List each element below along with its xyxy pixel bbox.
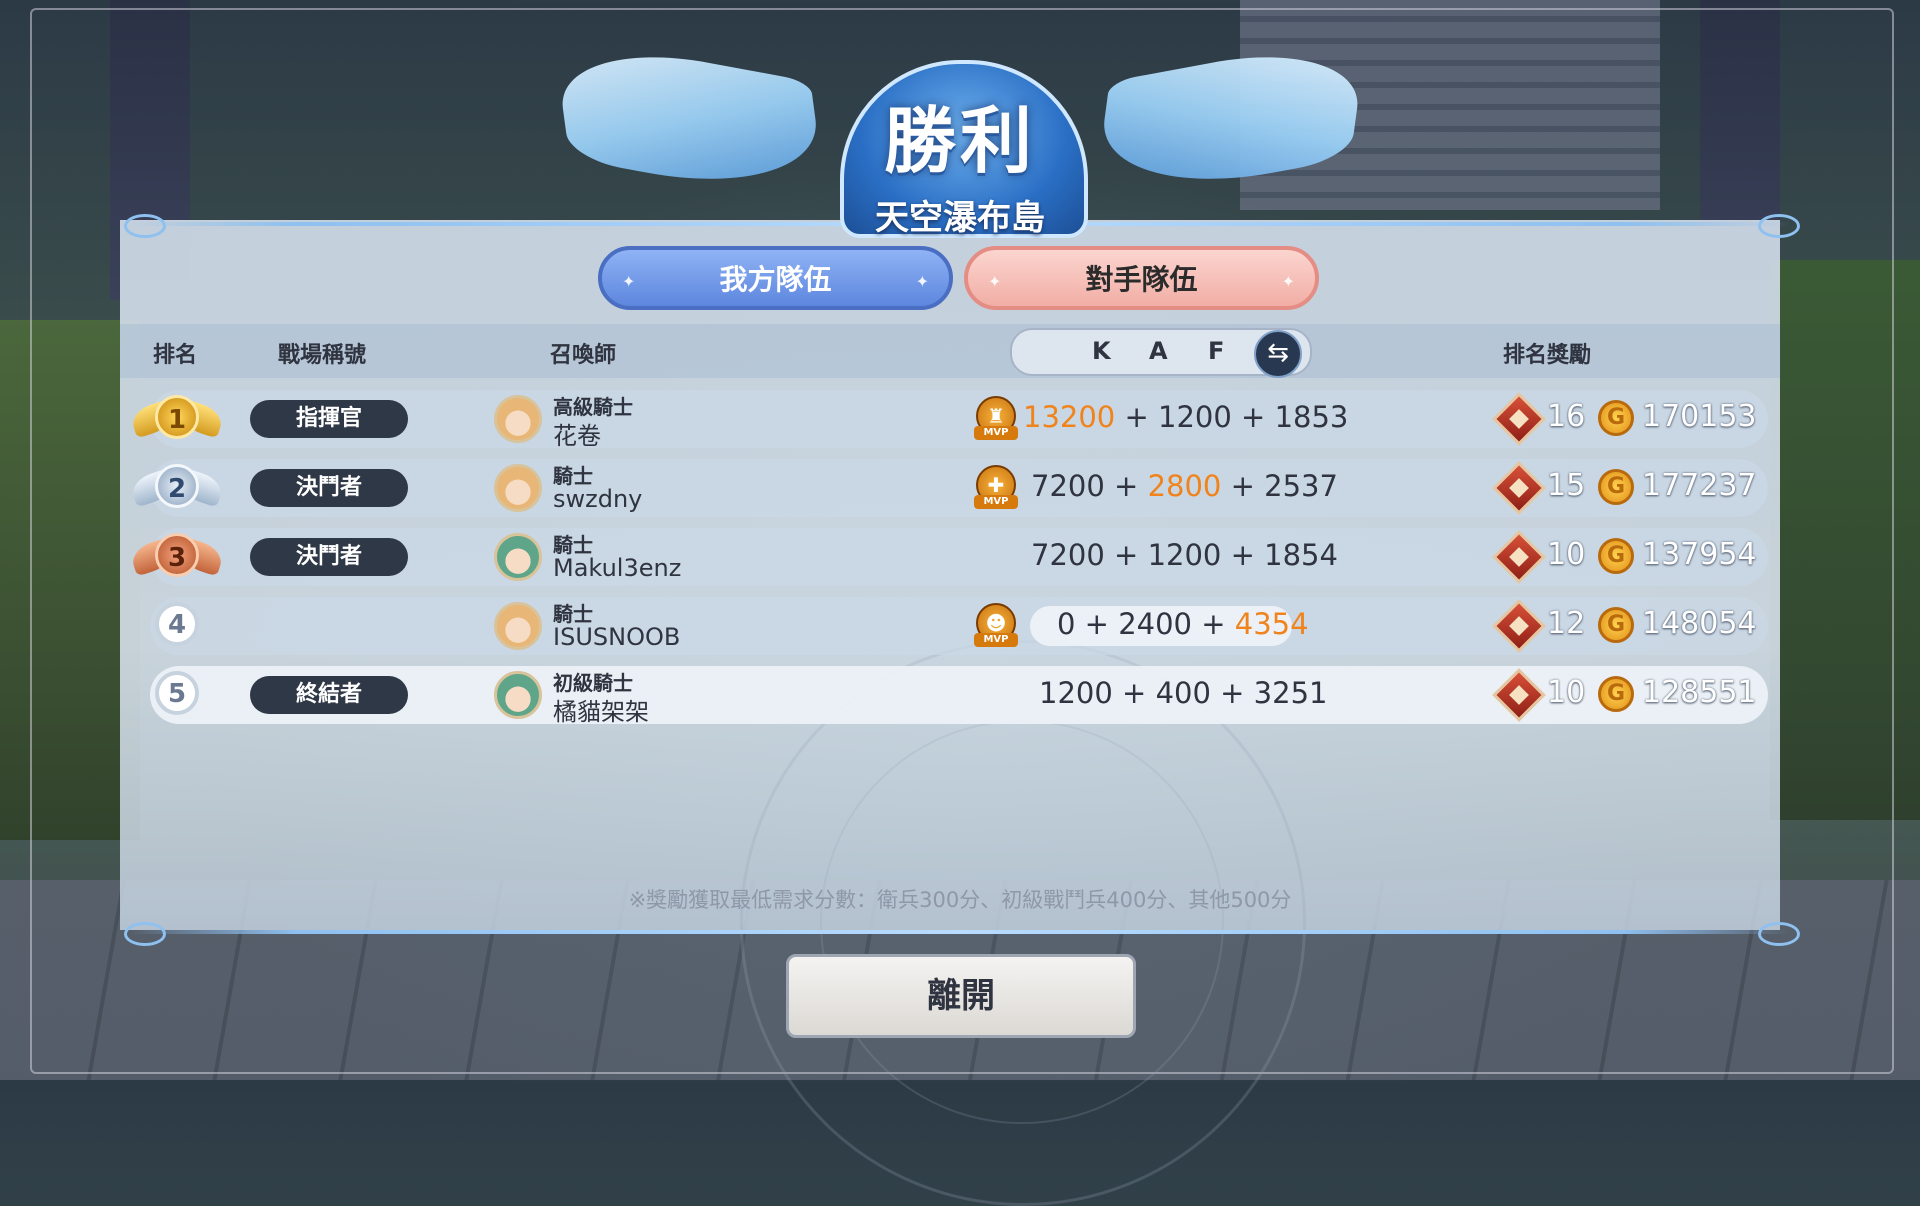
rank-medal-bronze: 3 (128, 529, 226, 589)
rank-medal-plain: 4 (132, 598, 222, 658)
rank-number: 1 (155, 395, 199, 439)
tab-label: 對手隊伍 (1085, 263, 1198, 296)
sparkle-icon: ✦ (622, 272, 636, 291)
avatar[interactable] (494, 533, 542, 581)
coin-icon: G (1598, 676, 1634, 712)
battle-title-badge: 指揮官 (250, 400, 408, 438)
a-score: 1200 (1147, 538, 1222, 572)
victory-emblem: 勝利 天空瀑布島 (552, 20, 1368, 238)
divider-ornament (1758, 922, 1800, 946)
kaf-score: 13200 + 1200 + 1853 (1023, 400, 1349, 434)
sparkle-icon: ✦ (915, 272, 929, 291)
swap-icon[interactable]: ⇆ (1254, 330, 1302, 378)
magic-circle-decoration (820, 720, 1224, 1124)
rank-medal-gold: 1 (128, 391, 226, 451)
a-score: 2400 (1118, 607, 1193, 641)
gem-count: 12 (1547, 606, 1586, 641)
kaf-score: 7200 + 1200 + 1854 (1031, 538, 1338, 572)
divider-ornament (124, 922, 166, 946)
f-score: 4354 (1234, 607, 1309, 641)
reward-footnote: ※獎勵獲取最低需求分數：衛兵300分、初級戰鬥兵400分、其他500分 (628, 888, 1292, 912)
tab-label: 我方隊伍 (719, 263, 832, 296)
battle-title-badge: 決鬥者 (250, 538, 408, 576)
f-score: 1853 (1274, 400, 1349, 434)
sparkle-icon: ✦ (988, 272, 1002, 291)
mvp-k-icon: ♜ MVP (974, 396, 1018, 444)
mvp-a-icon: ✚ MVP (974, 465, 1018, 513)
kaf-score: 7200 + 2800 + 2537 (1031, 469, 1338, 503)
summoner-name: 橘貓架架 (553, 698, 649, 726)
coin-count: 170153 (1642, 399, 1757, 434)
bottom-divider (130, 930, 1790, 934)
mvp-f-icon: ☻ MVP (974, 603, 1018, 651)
gem-count: 15 (1547, 468, 1586, 503)
summoner-name: 花卷 (553, 422, 601, 450)
summoner-name: ISUSNOOB (553, 623, 681, 651)
battle-title-badge: 終結者 (250, 676, 408, 714)
a-score: 400 (1155, 676, 1211, 710)
summoner-name: swzdny (553, 485, 643, 513)
rank-number: 5 (155, 671, 199, 715)
rank-medal-plain: 5 (132, 667, 222, 727)
column-battle-title: 戰場稱號 (278, 343, 367, 368)
f-score: 3251 (1253, 676, 1328, 710)
map-name: 天空瀑布島 (875, 198, 1045, 238)
k-score: 7200 (1031, 538, 1105, 572)
coin-icon: G (1598, 469, 1634, 505)
avatar[interactable] (494, 395, 542, 443)
column-k: K (1092, 337, 1111, 365)
avatar[interactable] (494, 464, 542, 512)
f-score: 1854 (1264, 538, 1338, 572)
kaf-score: 0 + 2400 + 4354 (1057, 607, 1309, 641)
rank-number: 2 (155, 464, 199, 508)
a-score: 2800 (1147, 469, 1222, 503)
coin-count: 137954 (1642, 537, 1757, 572)
victory-title: 勝利 (883, 99, 1036, 183)
avatar[interactable] (494, 671, 542, 719)
k-score: 1200 (1039, 676, 1113, 710)
avatar[interactable] (494, 602, 542, 650)
k-score: 0 (1057, 607, 1076, 641)
leave-button[interactable]: 離開 (786, 954, 1136, 1038)
coin-count: 177237 (1642, 468, 1757, 503)
column-summoner: 召喚師 (550, 343, 617, 368)
tab-our-team[interactable]: ✦ 我方隊伍 ✦ (598, 246, 953, 310)
coin-icon: G (1598, 607, 1634, 643)
column-reward: 排名獎勵 (1503, 343, 1592, 368)
sparkle-icon: ✦ (1281, 272, 1295, 291)
column-rank: 排名 (153, 343, 198, 368)
kaf-score: 1200 + 400 + 3251 (1039, 676, 1328, 710)
summoner-name: Makul3enz (553, 554, 682, 582)
rank-medal-silver: 2 (128, 460, 226, 520)
f-score: 2537 (1264, 469, 1338, 503)
coin-count: 128551 (1642, 675, 1757, 710)
coin-count: 148054 (1642, 606, 1757, 641)
k-score: 13200 (1023, 400, 1116, 434)
gem-count: 10 (1547, 537, 1586, 572)
rank-number: 3 (155, 533, 199, 577)
k-score: 7200 (1031, 469, 1105, 503)
a-score: 1200 (1158, 400, 1232, 434)
rank-number: 4 (155, 602, 199, 646)
column-a: A (1149, 337, 1168, 365)
coin-icon: G (1598, 400, 1634, 436)
divider-ornament (124, 214, 166, 238)
gem-count: 10 (1547, 675, 1586, 710)
tab-enemy-team[interactable]: ✦ 對手隊伍 ✦ (964, 246, 1319, 310)
column-f: F (1208, 337, 1225, 365)
coin-icon: G (1598, 538, 1634, 574)
divider-ornament (1758, 214, 1800, 238)
battle-title-badge: 決鬥者 (250, 469, 408, 507)
gem-count: 16 (1547, 399, 1586, 434)
